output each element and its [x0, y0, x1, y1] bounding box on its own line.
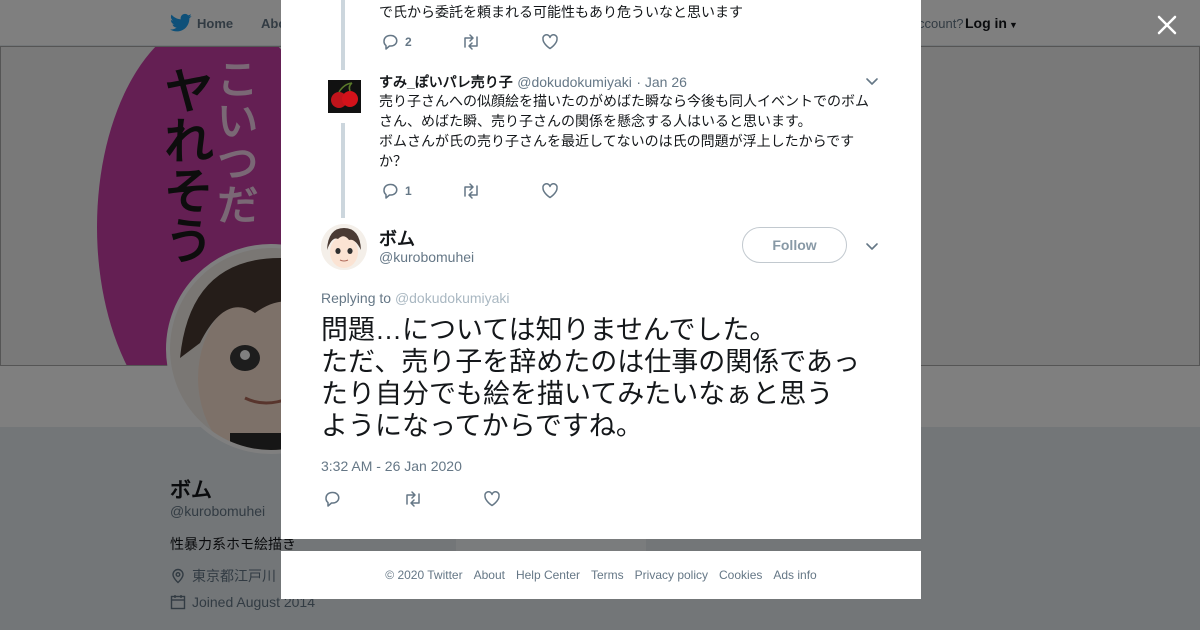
- reply-line: ボムさんが氏の売り子さんを最近してないのは氏の問題が浮上したからです: [379, 133, 855, 149]
- reply-tweet-header: すみ_ぽいパレ売り子 @dokudokumiyaki · Jan 26: [379, 72, 687, 92]
- prev-tweet-actions: 2: [381, 32, 559, 52]
- tweet-timestamp[interactable]: 3:32 AM - 26 Jan 2020: [321, 458, 462, 474]
- retweet-button[interactable]: [461, 181, 541, 201]
- reply-line: さん、めばた瞬、売り子さんの関係を懸念する人はいると思います。: [379, 113, 812, 129]
- footer-link-ads-info[interactable]: Ads info: [773, 568, 816, 582]
- heart-icon: [542, 183, 558, 199]
- heart-icon: [484, 491, 500, 507]
- reply-count: 1: [405, 184, 412, 198]
- heart-icon: [542, 34, 558, 50]
- footer-copyright: © 2020 Twitter: [385, 568, 463, 582]
- main-tweet-line: ただ、売り子を辞めたのは仕事の関係であっ: [321, 347, 860, 377]
- retweet-button[interactable]: [461, 32, 541, 52]
- replying-to: Replying to @dokudokumiyaki: [321, 290, 510, 306]
- tweet-modal: で氏から委託を頼まれる可能性もあり危ういなと思います 2 すみ_ぽいパレ売り子 …: [281, 0, 921, 539]
- prev-tweet-text: で氏から委託を頼まれる可能性もあり危ういなと思います: [379, 4, 743, 20]
- like-button[interactable]: [483, 489, 501, 509]
- retweet-button[interactable]: [403, 489, 483, 509]
- main-tweet-text: 問題…については知りませんでした。 ただ、売り子を辞めたのは仕事の関係であっ た…: [321, 314, 891, 442]
- main-tweet-line: 問題…については知りませんでした。: [321, 315, 777, 345]
- follow-button[interactable]: Follow: [742, 227, 847, 263]
- replying-to-handle[interactable]: @dokudokumiyaki: [395, 290, 510, 306]
- close-icon[interactable]: [1155, 13, 1179, 37]
- reply-date[interactable]: · Jan 26: [636, 74, 687, 90]
- retweet-icon: [464, 34, 478, 50]
- reply-icon: [383, 34, 398, 50]
- chevron-down-icon[interactable]: [865, 74, 879, 88]
- reply-button[interactable]: 1: [381, 181, 461, 201]
- reply-button[interactable]: 2: [381, 32, 461, 52]
- main-tweet-actions: [323, 489, 501, 509]
- anime-avatar-small: [321, 224, 367, 270]
- retweet-icon: [464, 183, 478, 199]
- main-author-name[interactable]: ボム: [379, 225, 415, 251]
- like-button[interactable]: [541, 32, 559, 52]
- thread-line-middle: [341, 123, 345, 218]
- footer-link-cookies[interactable]: Cookies: [719, 568, 762, 582]
- footer-link-privacy[interactable]: Privacy policy: [635, 568, 708, 582]
- footer-link-about[interactable]: About: [474, 568, 505, 582]
- reply-tweet-actions: 1: [381, 181, 559, 201]
- reply-author-name[interactable]: すみ_ぽいパレ売り子: [379, 74, 513, 90]
- reply-line: か？: [379, 153, 407, 169]
- reply-count: 2: [405, 35, 412, 49]
- retweet-icon: [406, 491, 420, 507]
- reply-icon: [383, 183, 398, 199]
- replying-to-prefix: Replying to: [321, 290, 392, 306]
- modal-footer: © 2020 Twitter About Help Center Terms P…: [281, 551, 921, 599]
- reply-author-handle[interactable]: @dokudokumiyaki: [517, 74, 632, 90]
- reply-tweet-text: 売り子さんへの似顔絵を描いたのがめばた瞬なら今後も同人イベントでのボム さん、め…: [379, 91, 889, 171]
- main-tweet-avatar[interactable]: [321, 224, 367, 270]
- reply-tweet-avatar[interactable]: [328, 80, 361, 113]
- main-tweet-line: たり自分でも絵を描いてみたいなぁと思う: [321, 379, 834, 409]
- thread-line-top: [341, 0, 345, 70]
- main-author-handle[interactable]: @kurobomuhei: [379, 249, 474, 265]
- footer-link-help-center[interactable]: Help Center: [516, 568, 580, 582]
- reply-button[interactable]: [323, 489, 403, 509]
- main-tweet-line: ようになってからですね。: [321, 411, 643, 441]
- like-button[interactable]: [541, 181, 559, 201]
- cherry-avatar-image: [328, 80, 361, 113]
- reply-line: 売り子さんへの似顔絵を描いたのがめばた瞬なら今後も同人イベントでのボム: [379, 93, 869, 109]
- reply-icon: [325, 491, 340, 507]
- chevron-down-icon[interactable]: [865, 239, 879, 253]
- footer-link-terms[interactable]: Terms: [591, 568, 624, 582]
